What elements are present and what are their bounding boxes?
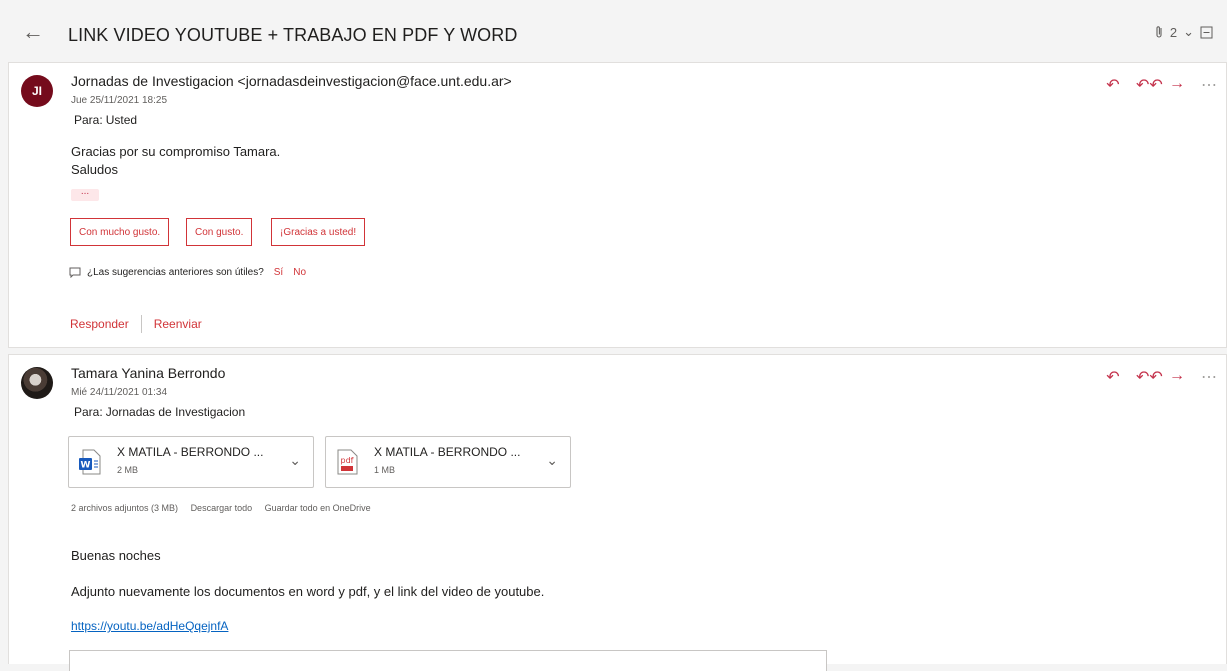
- attachments-summary: 2 archivos adjuntos (3 MB): [71, 503, 179, 513]
- body-text: Gracias por su compromiso Tamara.: [71, 144, 281, 159]
- back-arrow-icon[interactable]: ←: [22, 20, 44, 44]
- attachments-summary-row: 2 archivos adjuntos (3 MB) Descargar tod…: [71, 503, 371, 513]
- attachment-name: X MATILA - BERRONDO ...: [374, 445, 521, 459]
- forward-icon[interactable]: →: [1168, 367, 1186, 387]
- suggested-reply-button[interactable]: Con mucho gusto.: [70, 218, 170, 246]
- reply-icon[interactable]: ↶: [1104, 367, 1122, 387]
- feedback-no-link[interactable]: No: [293, 267, 306, 278]
- attachment-size: 2 MB: [117, 465, 139, 475]
- download-all-link[interactable]: Descargar todo: [191, 503, 253, 513]
- feedback-yes-link[interactable]: Sí: [274, 267, 283, 278]
- link-preview-card[interactable]: [69, 650, 827, 671]
- feedback-icon: [69, 267, 81, 278]
- message-card: JI Jornadas de Investigacion <jornadasde…: [8, 62, 1227, 348]
- to-label: Para:: [74, 405, 103, 419]
- reading-pane-header: ← LINK VIDEO YOUTUBE + TRABAJO EN PDF Y …: [8, 8, 1227, 58]
- show-quoted-button[interactable]: ...: [71, 187, 99, 201]
- recipient-name[interactable]: Usted: [106, 113, 137, 127]
- recipients: Para: Usted: [71, 113, 137, 127]
- quick-reply-row: Responder Reenviar: [70, 315, 202, 333]
- message-date: Jue 25/11/2021 18:25: [71, 95, 168, 106]
- suggested-reply-button[interactable]: Con gusto.: [186, 218, 253, 246]
- message-actions: ↶ ↶↶ → ⋯: [1104, 75, 1218, 95]
- pdf-icon: pdf: [337, 449, 358, 475]
- svg-text:W: W: [81, 461, 91, 471]
- suggestions-feedback: ¿Las sugerencias anteriores son útiles? …: [69, 267, 306, 278]
- attachment-card[interactable]: W X MATILA - BERRONDO ... 2 MB ⌄: [68, 436, 314, 488]
- collapse-icon[interactable]: [1200, 26, 1213, 39]
- to-label: Para:: [74, 113, 103, 127]
- header-tools: 2 ⌄: [1154, 24, 1213, 40]
- more-options-icon[interactable]: ⋯: [1200, 367, 1218, 387]
- message-date: Mié 24/11/2021 01:34: [71, 387, 168, 398]
- feedback-question: ¿Las sugerencias anteriores son útiles?: [87, 267, 264, 278]
- message-card: Tamara Yanina Berrondo Mié 24/11/2021 01…: [8, 354, 1227, 671]
- attachment-count[interactable]: 2: [1170, 25, 1177, 40]
- reply-all-icon[interactable]: ↶↶: [1136, 367, 1163, 387]
- divider: [140, 315, 142, 333]
- word-icon: W: [79, 449, 101, 475]
- body-text: Adjunto nuevamente los documentos en wor…: [71, 584, 545, 599]
- more-options-icon[interactable]: ⋯: [1200, 75, 1218, 95]
- chevron-down-icon[interactable]: ⌄: [546, 452, 558, 469]
- sender-name[interactable]: Jornadas de Investigacion <jornadasdeinv…: [71, 73, 512, 89]
- body-text: Saludos: [71, 162, 118, 177]
- youtube-link[interactable]: https://youtu.be/adHeQqejnfA: [71, 619, 228, 633]
- chevron-down-icon[interactable]: ⌄: [289, 452, 301, 469]
- save-to-onedrive-link[interactable]: Guardar todo en OneDrive: [265, 503, 371, 513]
- recipients: Para: Jornadas de Investigacion: [71, 405, 245, 419]
- sender-name[interactable]: Tamara Yanina Berrondo: [71, 365, 225, 381]
- email-subject: LINK VIDEO YOUTUBE + TRABAJO EN PDF Y WO…: [68, 25, 518, 45]
- svg-text:pdf: pdf: [341, 456, 354, 465]
- recipient-name[interactable]: Jornadas de Investigacion: [106, 405, 245, 419]
- avatar[interactable]: [21, 367, 53, 399]
- attachment-name: X MATILA - BERRONDO ...: [117, 445, 264, 459]
- body-greeting: Buenas noches: [71, 548, 161, 563]
- reply-button[interactable]: Responder: [70, 317, 129, 331]
- forward-icon[interactable]: →: [1168, 75, 1186, 95]
- suggested-reply-button[interactable]: ¡Gracias a usted!: [271, 218, 366, 246]
- message-actions: ↶ ↶↶ → ⋯: [1104, 367, 1218, 387]
- attachment-size: 1 MB: [374, 465, 396, 475]
- attachment-card[interactable]: pdf X MATILA - BERRONDO ... 1 MB ⌄: [325, 436, 571, 488]
- reply-icon[interactable]: ↶: [1104, 75, 1122, 95]
- chevron-down-icon[interactable]: ⌄: [1183, 24, 1194, 40]
- reply-all-icon[interactable]: ↶↶: [1136, 75, 1163, 95]
- paperclip-icon[interactable]: [1154, 25, 1164, 39]
- forward-button[interactable]: Reenviar: [154, 317, 202, 331]
- avatar[interactable]: JI: [21, 75, 53, 107]
